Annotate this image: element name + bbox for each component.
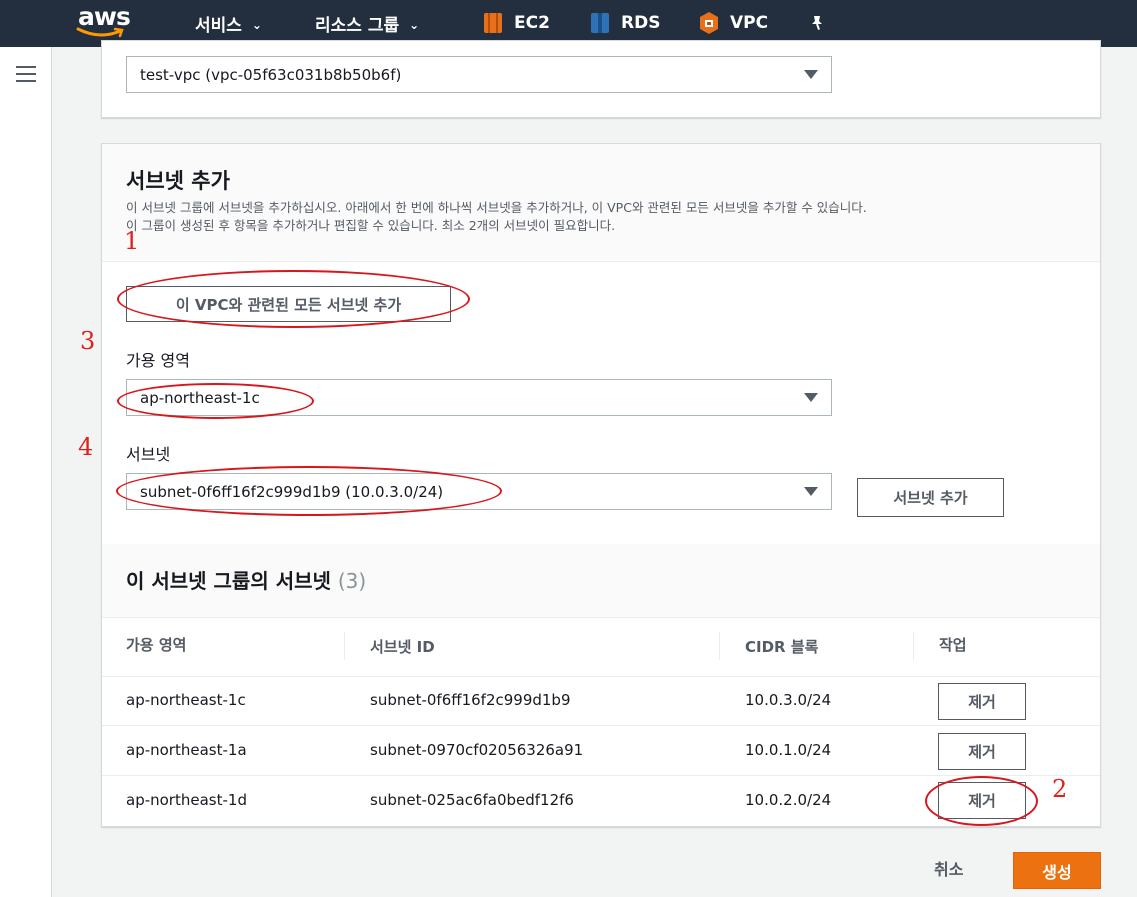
az-label: 가용 영역 [126,351,190,370]
dropdown-arrow-icon [804,70,818,79]
annotation-number-3: 3 [80,327,96,355]
column-header-subnet-id[interactable]: 서브넷 ID [370,636,435,657]
table-row-cidr: 10.0.2.0/24 [745,791,832,809]
column-header-cidr[interactable]: CIDR 블록 [745,636,818,657]
shortcut-vpc[interactable]: VPC [698,10,768,36]
vpc-select-value: test-vpc (vpc-05f63c031b8b50b6f) [140,65,402,84]
add-subnets-desc-1: 이 서브넷 그룹에 서브넷을 추가하십시오. 아래에서 한 번에 하나씩 서브넷… [126,200,867,215]
column-divider [344,632,345,660]
annotation-ellipse [925,776,1038,826]
pin-icon [812,16,822,30]
subnet-label: 서브넷 [126,445,171,464]
resource-groups-label: 리소스 그룹 [315,15,400,36]
remove-button[interactable]: 제거 [938,683,1026,720]
table-row-subnet-id: subnet-0f6ff16f2c999d1b9 [370,691,571,709]
services-menu[interactable]: 서비스 ⌄ [195,10,262,36]
dropdown-arrow-icon [804,393,818,402]
aws-smile-icon [76,27,124,38]
subnet-count: (3) [337,569,367,593]
subnet-table-title: 이 서브넷 그룹의 서브넷 (3) [126,565,366,594]
resource-groups-menu[interactable]: 리소스 그룹 ⌄ [315,10,419,36]
table-row-az: ap-northeast-1a [126,741,247,759]
chevron-down-icon: ⌄ [251,17,262,32]
vpc-icon [700,12,718,34]
table-row-cidr: 10.0.1.0/24 [745,741,832,759]
table-row-subnet-id: subnet-0970cf02056326a91 [370,741,584,759]
table-row-az: ap-northeast-1d [126,791,247,809]
pin-button[interactable] [810,10,824,36]
annotation-number-2: 2 [1052,775,1068,803]
shortcut-rds[interactable]: RDS [589,10,660,36]
dropdown-arrow-icon [804,487,818,496]
vpc-label: VPC [730,13,769,33]
chevron-down-icon: ⌄ [409,17,420,32]
vpc-select[interactable]: test-vpc (vpc-05f63c031b8b50b6f) [126,56,832,93]
aws-logo[interactable]: aws [76,2,132,42]
annotation-ellipse [117,270,470,328]
sidebar [0,47,52,897]
annotation-number-1: 1 [124,227,140,255]
column-divider [913,632,914,660]
services-label: 서비스 [195,15,242,36]
remove-button[interactable]: 제거 [938,733,1026,770]
add-subnets-desc-2: 이 그룹이 생성된 후 항목을 추가하거나 편집할 수 있습니다. 최소 2개의… [126,218,616,233]
table-row-az: ap-northeast-1c [126,691,246,709]
row-divider [102,775,1100,776]
rds-label: RDS [621,13,661,33]
create-button[interactable]: 생성 [1013,852,1101,889]
subnet-table-title-text: 이 서브넷 그룹의 서브넷 [126,569,331,593]
annotation-ellipse [116,466,502,516]
annotation-ellipse [117,383,314,419]
table-row-cidr: 10.0.3.0/24 [745,691,832,709]
rds-icon [591,13,609,33]
column-header-az[interactable]: 가용 영역 [126,634,186,655]
row-divider [102,676,1100,677]
shortcut-ec2[interactable]: EC2 [482,10,550,36]
menu-icon[interactable] [16,66,36,87]
row-divider [102,725,1100,726]
table-row-subnet-id: subnet-025ac6fa0bedf12f6 [370,791,574,809]
column-header-action: 작업 [939,636,967,654]
add-subnet-button[interactable]: 서브넷 추가 [857,478,1004,517]
ec2-icon [484,13,502,33]
ec2-label: EC2 [514,13,550,33]
annotation-number-4: 4 [78,433,94,461]
add-subnets-title: 서브넷 추가 [126,169,230,193]
column-divider [719,632,720,660]
cancel-button[interactable]: 취소 [934,856,963,880]
